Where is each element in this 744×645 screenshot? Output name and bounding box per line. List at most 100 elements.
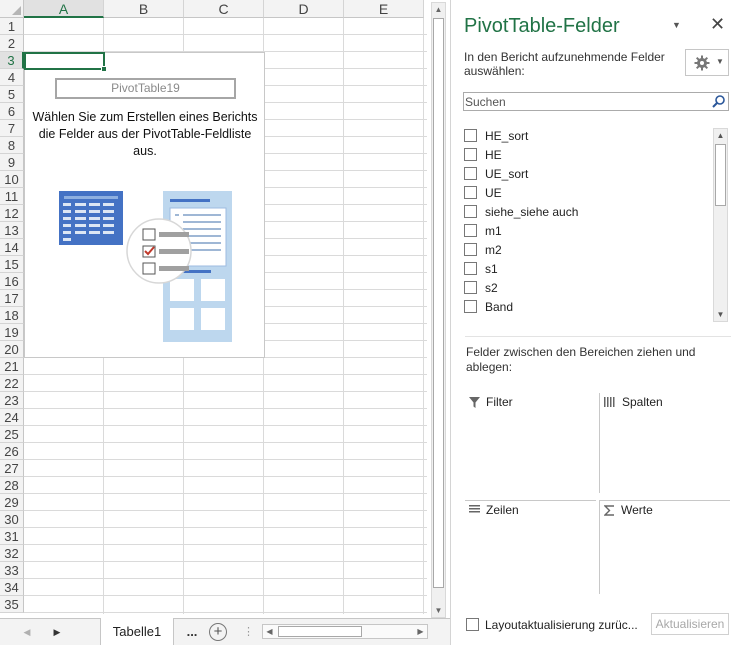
defer-layout-update-checkbox[interactable]	[466, 618, 479, 631]
tab-split-handle-icon[interactable]: ⋮	[243, 619, 254, 645]
row-header[interactable]: 29	[0, 494, 24, 511]
row-header[interactable]: 23	[0, 392, 24, 409]
row-header[interactable]: 31	[0, 528, 24, 545]
field-item[interactable]: m1	[464, 221, 502, 240]
sheet-vertical-scrollbar[interactable]: ▲ ▼	[431, 2, 446, 618]
row-header[interactable]: 17	[0, 290, 24, 307]
fill-handle[interactable]	[101, 66, 107, 72]
scroll-up-arrow-icon[interactable]: ▲	[714, 129, 727, 142]
row-header[interactable]: 8	[0, 137, 24, 154]
row-header[interactable]: 20	[0, 341, 24, 358]
filter-area[interactable]: Filter	[465, 393, 596, 493]
pivottable-fields-pane: PivotTable-Felder ▼ ✕ In den Bericht auf…	[450, 0, 744, 645]
row-header[interactable]: 10	[0, 171, 24, 188]
pivot-table-instructions: Wählen Sie zum Erstellen eines Berichts …	[32, 110, 258, 158]
scroll-left-arrow-icon[interactable]: ◀	[263, 625, 276, 638]
column-header[interactable]: C	[184, 0, 264, 18]
scroll-right-arrow-icon[interactable]: ▶	[414, 625, 427, 638]
field-checkbox[interactable]	[464, 224, 477, 237]
add-sheet-icon[interactable]: +	[209, 623, 227, 641]
row-header[interactable]: 35	[0, 596, 24, 613]
row-header[interactable]: 22	[0, 375, 24, 392]
row-header[interactable]: 24	[0, 409, 24, 426]
previous-sheet-arrow-icon[interactable]: ◀	[20, 619, 34, 645]
row-header[interactable]: 3	[0, 52, 24, 69]
field-item[interactable]: s1	[464, 259, 498, 278]
field-item[interactable]: m2	[464, 240, 502, 259]
field-checkbox[interactable]	[464, 129, 477, 142]
field-item[interactable]: UE_sort	[464, 164, 528, 183]
update-button[interactable]: Aktualisieren	[651, 613, 729, 635]
column-header[interactable]: A	[24, 0, 104, 18]
field-checkbox[interactable]	[464, 281, 477, 294]
row-header[interactable]: 9	[0, 154, 24, 171]
scroll-up-arrow-icon[interactable]: ▲	[432, 3, 445, 16]
sheet-horizontal-scrollbar[interactable]: ◀ ▶	[262, 624, 428, 639]
select-all-corner[interactable]	[0, 0, 24, 18]
field-checkbox[interactable]	[464, 262, 477, 275]
sheet-tab-tabelle1[interactable]: Tabelle1	[100, 618, 174, 645]
close-icon[interactable]: ✕	[710, 14, 725, 35]
column-header[interactable]: E	[344, 0, 424, 18]
row-header[interactable]: 30	[0, 511, 24, 528]
column-header[interactable]: D	[264, 0, 344, 18]
field-item[interactable]: HE	[464, 145, 502, 164]
tools-button[interactable]: ▼	[685, 49, 729, 76]
field-checkbox[interactable]	[464, 243, 477, 256]
row-headers: 1 2 3 4 5 6 7 8 9 10 11 12 13 14 15 16 17 18 19 20 21 22 23 24 2…	[0, 18, 24, 613]
search-input[interactable]	[465, 93, 705, 110]
more-sheets-button[interactable]: ...	[182, 619, 202, 645]
scroll-thumb[interactable]	[433, 18, 444, 588]
row-header[interactable]: 1	[0, 18, 24, 35]
select-all-icon	[12, 6, 21, 15]
row-header[interactable]: 11	[0, 188, 24, 205]
field-checkbox[interactable]	[464, 148, 477, 161]
row-header[interactable]: 32	[0, 545, 24, 562]
row-header[interactable]: 34	[0, 579, 24, 596]
field-item[interactable]: s2	[464, 278, 498, 297]
row-header[interactable]: 16	[0, 273, 24, 290]
row-header[interactable]: 5	[0, 86, 24, 103]
scroll-down-arrow-icon[interactable]: ▼	[432, 604, 445, 617]
pane-options-dropdown-icon[interactable]: ▼	[672, 20, 681, 30]
row-header[interactable]: 26	[0, 443, 24, 460]
scroll-down-arrow-icon[interactable]: ▼	[714, 308, 727, 321]
scroll-thumb[interactable]	[715, 144, 726, 206]
row-header[interactable]: 21	[0, 358, 24, 375]
rows-area[interactable]: Zeilen	[465, 500, 596, 594]
field-checkbox[interactable]	[464, 205, 477, 218]
field-item[interactable]: siehe_siehe auch	[464, 202, 578, 221]
row-header[interactable]: 2	[0, 35, 24, 52]
row-header[interactable]: 7	[0, 120, 24, 137]
field-checkbox[interactable]	[464, 300, 477, 313]
row-header[interactable]: 28	[0, 477, 24, 494]
row-header[interactable]: 6	[0, 103, 24, 120]
field-item[interactable]: HE_sort	[464, 126, 528, 145]
next-sheet-arrow-icon[interactable]: ▶	[50, 619, 64, 645]
field-label: UE	[485, 185, 502, 200]
column-header[interactable]: B	[104, 0, 184, 18]
field-item[interactable]: Band	[464, 297, 513, 316]
row-header[interactable]: 15	[0, 256, 24, 273]
pane-title: PivotTable-Felder	[464, 15, 620, 37]
row-header[interactable]: 18	[0, 307, 24, 324]
row-header[interactable]: 27	[0, 460, 24, 477]
row-header[interactable]: 12	[0, 205, 24, 222]
row-header[interactable]: 4	[0, 69, 24, 86]
field-checkbox[interactable]	[464, 186, 477, 199]
scroll-thumb[interactable]	[278, 626, 362, 637]
pivot-table-placeholder[interactable]: PivotTable19 Wählen Sie zum Erstellen ei…	[24, 52, 265, 358]
columns-area[interactable]: Spalten	[599, 393, 730, 493]
field-list-scrollbar[interactable]: ▲ ▼	[713, 128, 728, 322]
values-area[interactable]: Werte	[599, 500, 730, 594]
search-icon[interactable]	[711, 94, 726, 109]
row-header[interactable]: 13	[0, 222, 24, 239]
active-cell-a3[interactable]	[24, 52, 107, 72]
row-header[interactable]: 14	[0, 239, 24, 256]
field-checkbox[interactable]	[464, 167, 477, 180]
row-header[interactable]: 33	[0, 562, 24, 579]
field-item[interactable]: UE	[464, 183, 502, 202]
row-header[interactable]: 25	[0, 426, 24, 443]
rows-area-label: Zeilen	[486, 503, 519, 517]
row-header[interactable]: 19	[0, 324, 24, 341]
